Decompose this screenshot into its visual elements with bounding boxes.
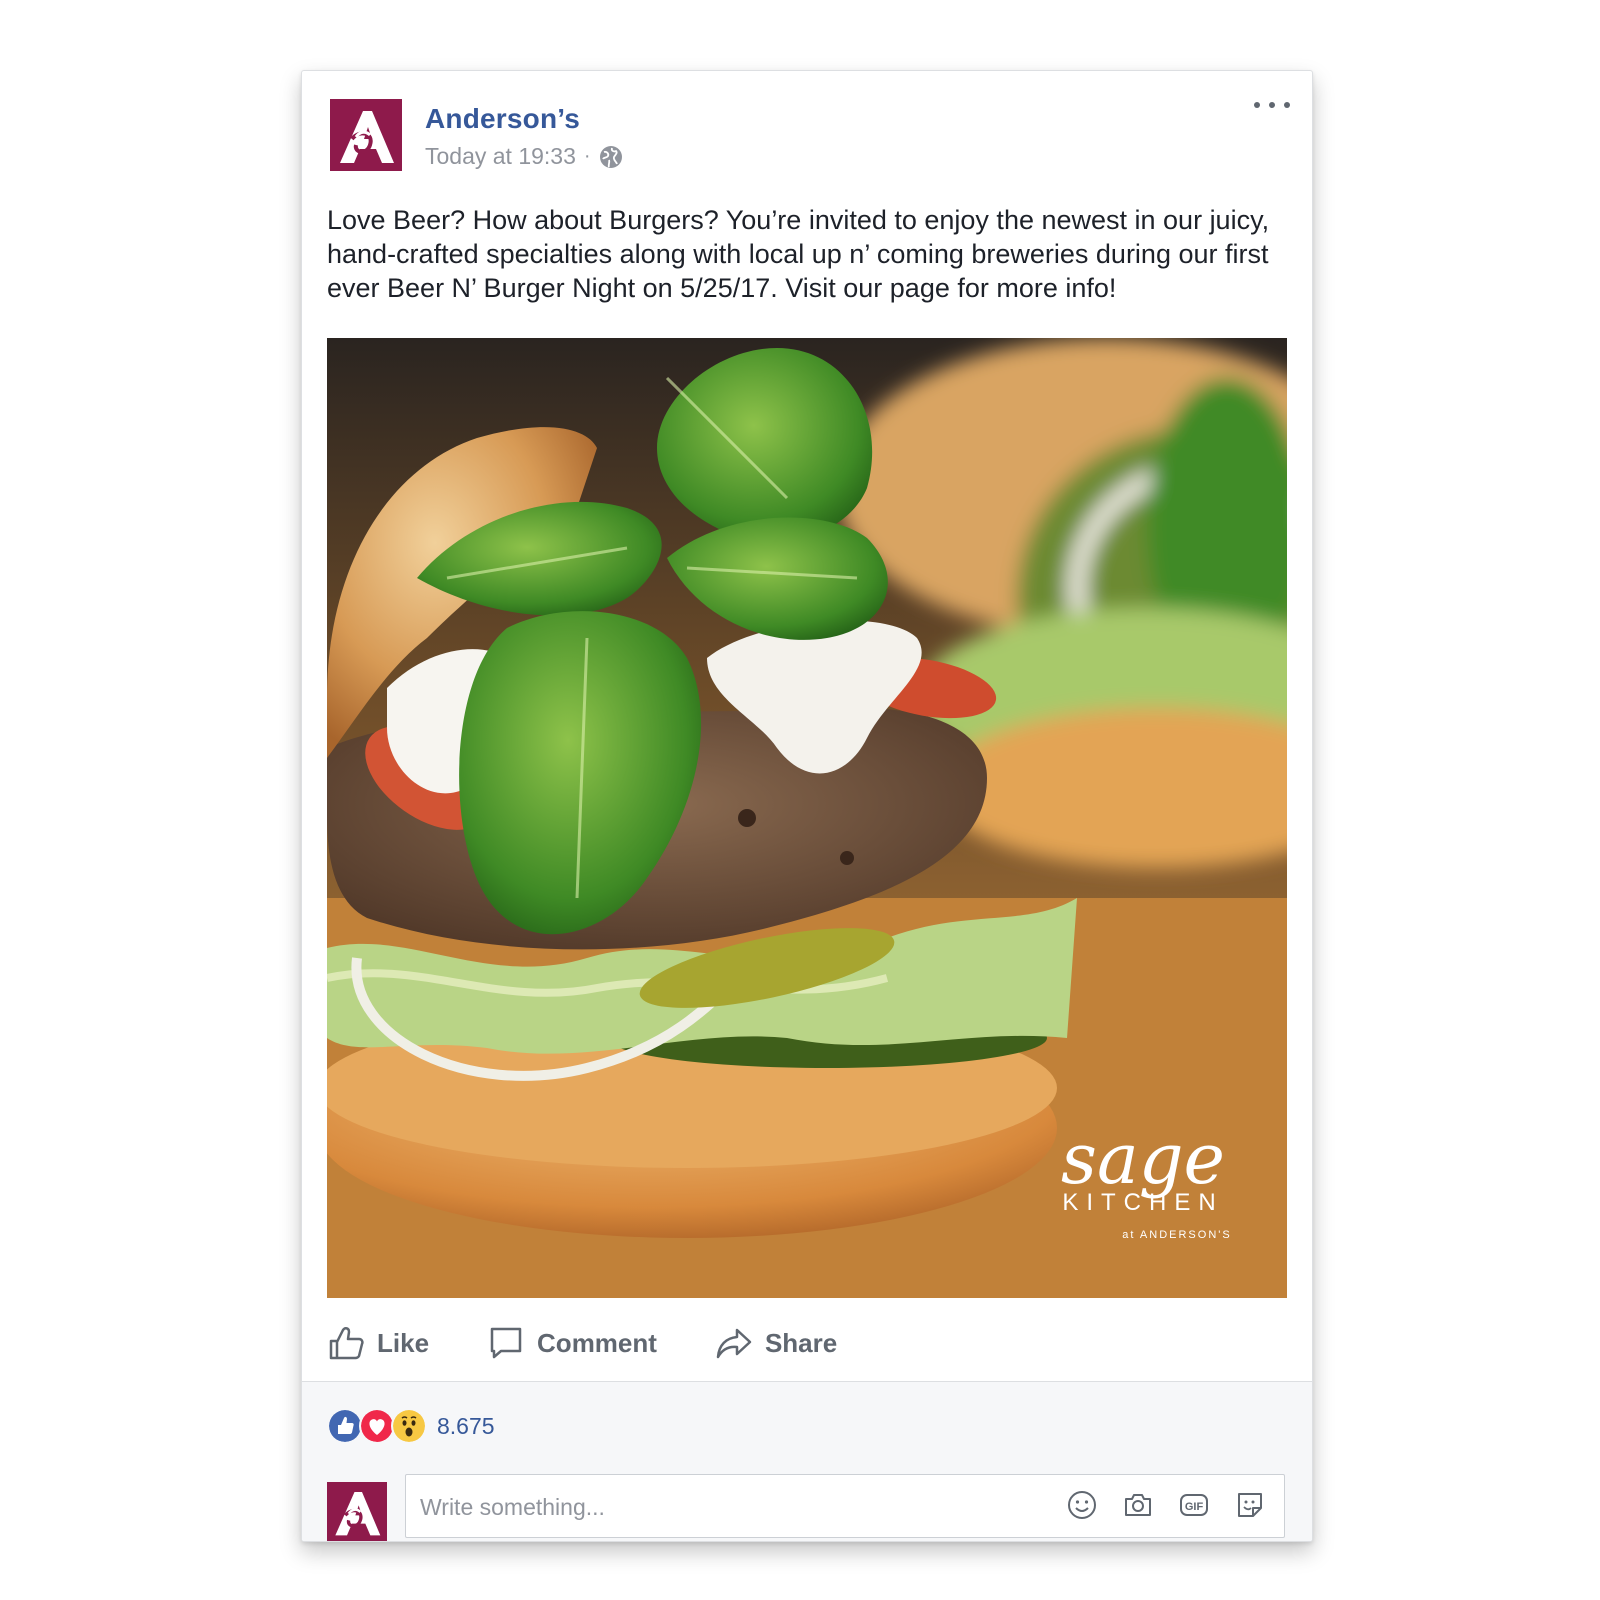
share-arrow-icon (716, 1328, 752, 1359)
reactions-summary[interactable]: 8.675 (327, 1408, 495, 1444)
thumbs-up-icon (329, 1327, 364, 1360)
andersons-logo-icon (327, 1482, 387, 1541)
comment-composer: GIF (405, 1474, 1285, 1539)
like-button[interactable]: Like (327, 1324, 429, 1362)
comment-input[interactable] (418, 1475, 1022, 1539)
post-timestamp[interactable]: Today at 19:33 (425, 143, 576, 170)
page-avatar[interactable] (330, 99, 402, 171)
post-image[interactable]: sage KITCHEN at ANDERSON'S (327, 338, 1287, 1298)
camera-icon[interactable] (1122, 1489, 1154, 1521)
commenter-avatar[interactable] (327, 1482, 387, 1541)
post-footer: 8.675 Write something... GIF (302, 1382, 1312, 1541)
post-actions: Like Comment Share (327, 1315, 895, 1371)
sticker-icon[interactable] (1234, 1489, 1266, 1521)
love-reaction-icon (359, 1408, 395, 1444)
post-card: Anderson’s Today at 19:33 · Love Beer? H… (301, 70, 1313, 1542)
like-reaction-icon (327, 1408, 363, 1444)
share-label: Share (764, 1327, 838, 1358)
gif-icon[interactable]: GIF (1178, 1489, 1210, 1521)
like-label: Like (377, 1327, 430, 1358)
post-meta: Today at 19:33 · (425, 143, 623, 170)
more-options-icon[interactable] (1254, 93, 1290, 117)
comment-button[interactable]: Comment (487, 1324, 657, 1362)
globe-icon[interactable] (599, 145, 623, 169)
svg-text:KITCHEN: KITCHEN (1062, 1189, 1223, 1216)
andersons-logo-icon (330, 99, 402, 171)
emoji-icon[interactable] (1066, 1489, 1098, 1521)
comment-label: Comment (537, 1327, 657, 1358)
wow-reaction-icon (391, 1408, 427, 1444)
composer-icons: GIF (1066, 1489, 1266, 1521)
page-name-link[interactable]: Anderson’s (425, 103, 580, 135)
share-button[interactable]: Share (715, 1324, 837, 1362)
post-text: Love Beer? How about Burgers? You’re inv… (327, 205, 1270, 303)
svg-text:sage: sage (1061, 1118, 1225, 1200)
meta-separator: · (583, 145, 591, 167)
svg-text:GIF: GIF (1185, 1501, 1204, 1513)
svg-text:at ANDERSON'S: at ANDERSON'S (1122, 1229, 1231, 1241)
reaction-count[interactable]: 8.675 (437, 1413, 495, 1440)
speech-bubble-icon (490, 1327, 522, 1359)
